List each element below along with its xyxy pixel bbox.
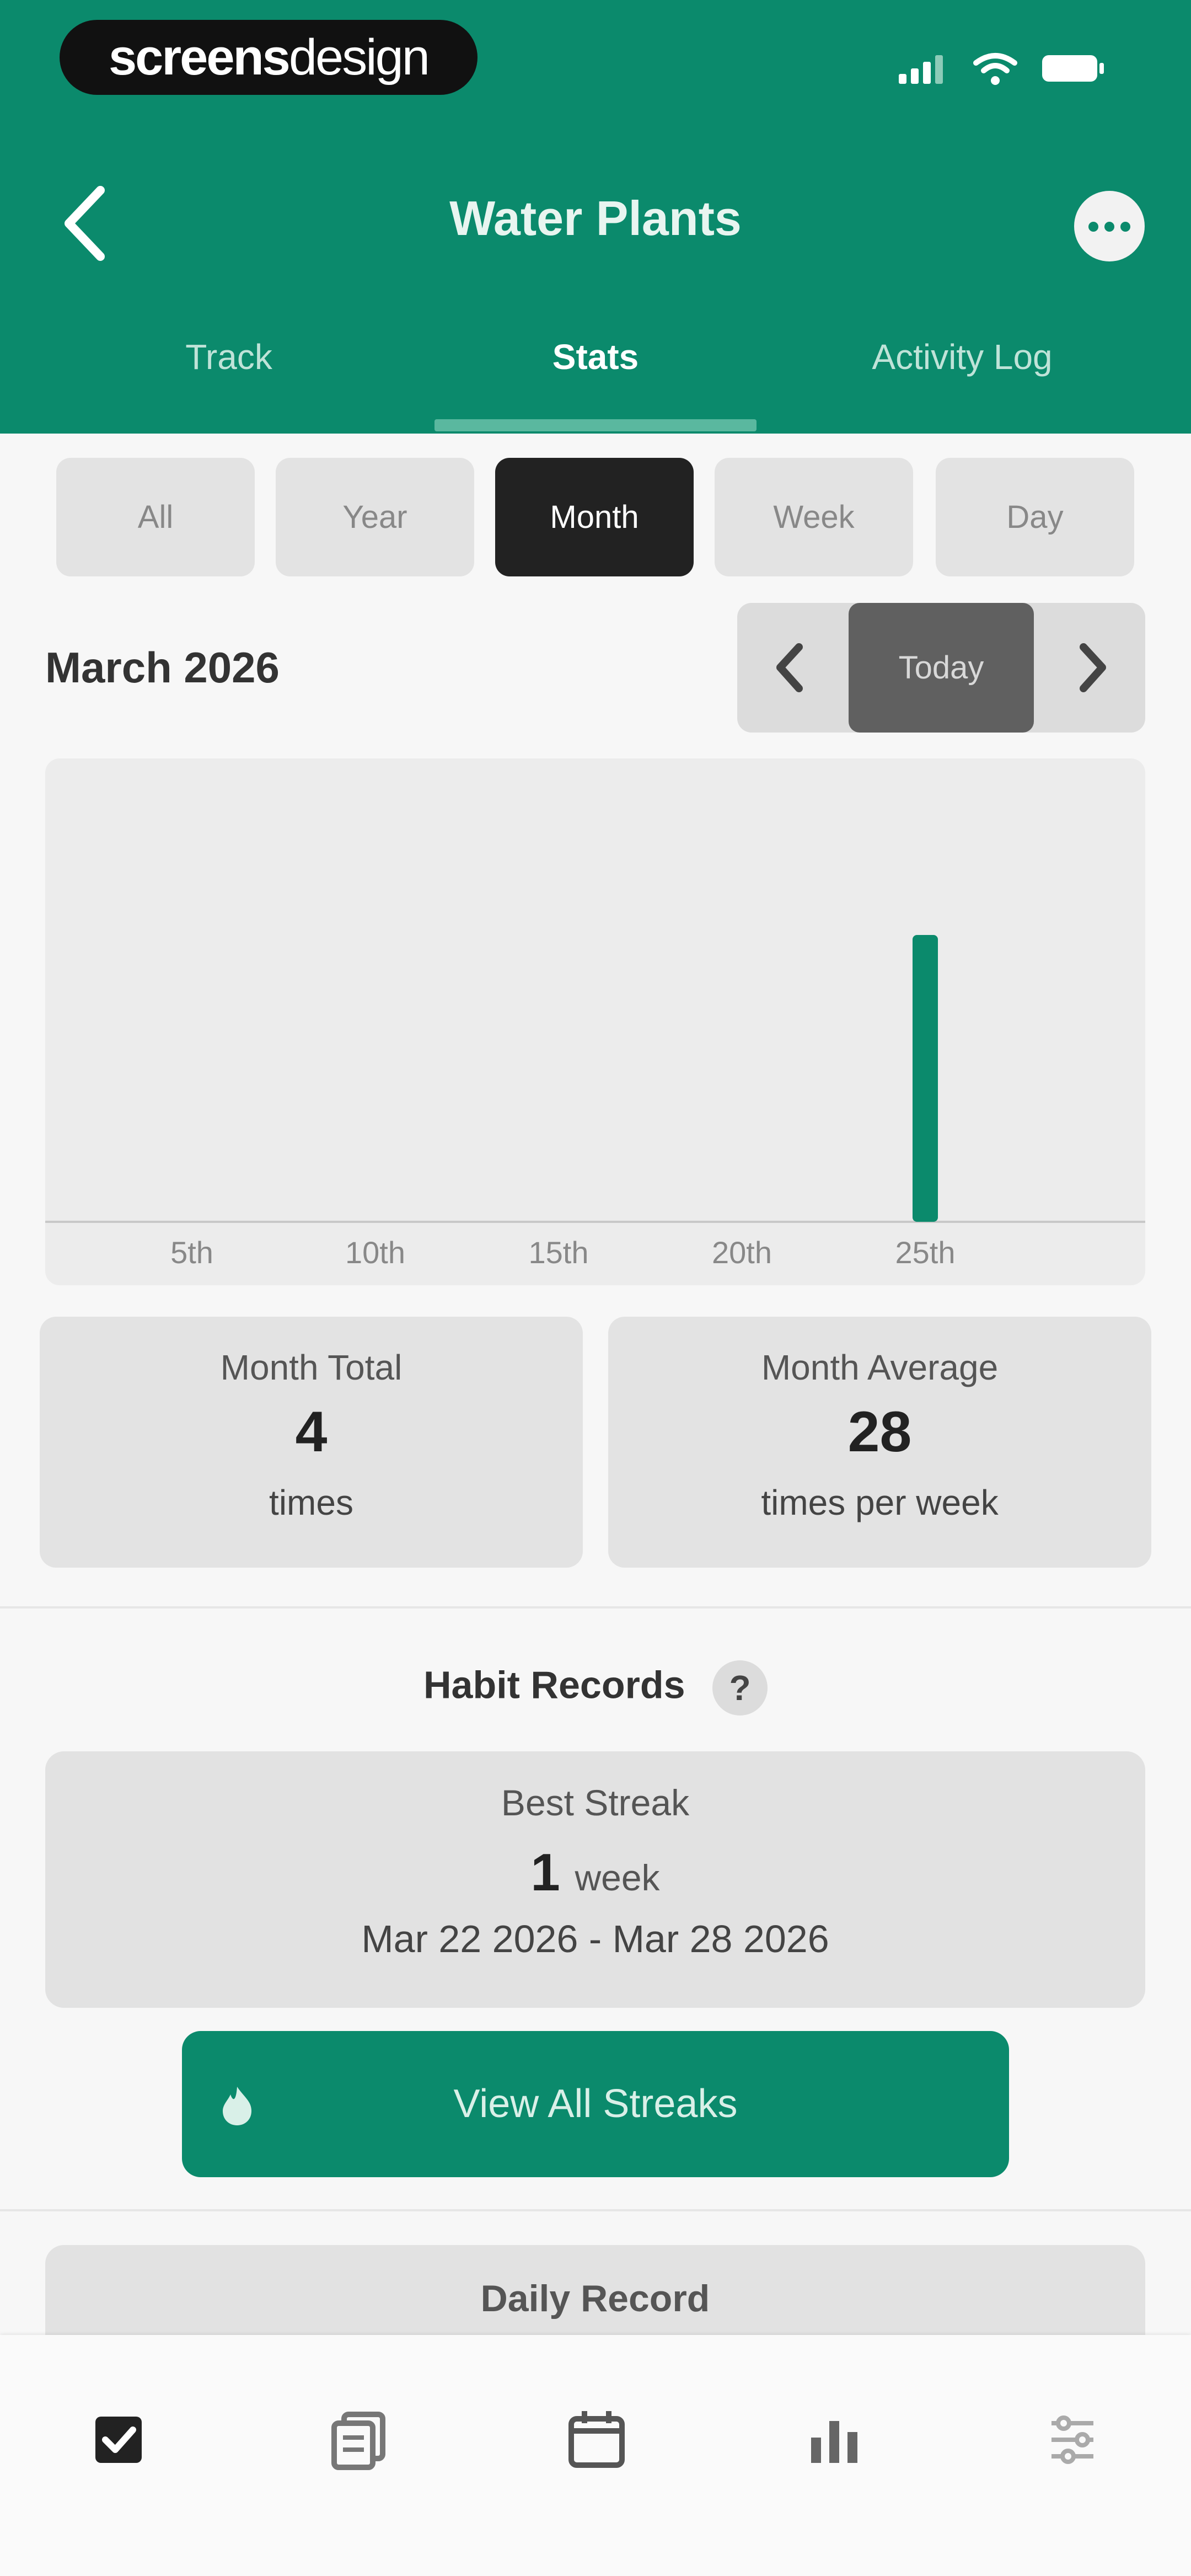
best-streak-range: Mar 22 2026 - Mar 28 2026 xyxy=(361,1917,829,1960)
stats-icon[interactable] xyxy=(801,2407,867,2473)
view-all-streaks-button[interactable]: View All Streaks xyxy=(182,2031,1009,2177)
view-all-streaks-label: View All Streaks xyxy=(453,2082,738,2126)
month-average-card: Month Average 28 times per week xyxy=(608,1317,1151,1568)
next-period-icon[interactable] xyxy=(1035,603,1145,733)
range-day[interactable]: Day xyxy=(936,458,1134,576)
signal-icon xyxy=(899,55,943,84)
calendar-icon[interactable] xyxy=(564,2407,630,2473)
x-tick-label: 20th xyxy=(712,1235,772,1270)
section-divider xyxy=(0,2209,1191,2211)
month-average-unit: times per week xyxy=(761,1483,999,1522)
checkbox-icon[interactable] xyxy=(85,2407,152,2473)
month-chart: 5th 10th 15th 20th 25th xyxy=(45,758,1145,1285)
watermark-logo: screensdesign xyxy=(60,20,478,95)
month-total-label: Month Total xyxy=(220,1348,403,1387)
x-tick-label: 25th xyxy=(895,1235,956,1270)
page-title: Water Plants xyxy=(449,191,742,245)
best-streak-label: Best Streak xyxy=(501,1782,690,1823)
month-total-unit: times xyxy=(269,1483,353,1522)
x-tick-label: 5th xyxy=(170,1235,213,1270)
bottom-navigation xyxy=(0,2335,1191,2576)
x-tick-label: 15th xyxy=(529,1235,589,1270)
month-total-value: 4 xyxy=(295,1400,328,1464)
tab-stats[interactable]: Stats xyxy=(397,336,794,377)
active-tab-indicator xyxy=(434,419,757,431)
best-streak-value: 1 xyxy=(530,1843,560,1902)
more-options-icon[interactable] xyxy=(1074,191,1145,261)
habit-records-title: Habit Records xyxy=(423,1663,685,1707)
notes-icon[interactable] xyxy=(325,2407,391,2473)
period-label: March 2026 xyxy=(45,643,280,692)
app-header: screensdesign Water Plants Track Stats A… xyxy=(0,0,1191,434)
month-average-value: 28 xyxy=(847,1400,912,1464)
range-year[interactable]: Year xyxy=(276,458,474,576)
wifi-icon xyxy=(973,53,1017,85)
status-icons xyxy=(899,53,1104,85)
battery-icon xyxy=(1042,55,1104,82)
range-all[interactable]: All xyxy=(56,458,255,576)
fire-icon xyxy=(223,2087,251,2125)
best-streak-value-row: 1 week xyxy=(45,1842,1145,1903)
month-total-card: Month Total 4 times xyxy=(40,1317,583,1568)
habit-records-heading: Habit Records ? xyxy=(0,1660,1191,1715)
previous-period-icon[interactable] xyxy=(737,603,847,733)
tab-track[interactable]: Track xyxy=(30,336,427,377)
chart-bar xyxy=(913,935,938,1222)
period-navigator: Today xyxy=(737,603,1145,733)
best-streak-unit: week xyxy=(575,1857,660,1898)
help-icon[interactable]: ? xyxy=(712,1660,768,1715)
month-average-label: Month Average xyxy=(761,1348,999,1387)
settings-icon[interactable] xyxy=(1039,2407,1106,2473)
bar-chart: 5th 10th 15th 20th 25th xyxy=(45,935,1145,1270)
tab-activity-log[interactable]: Activity Log xyxy=(764,336,1161,377)
range-month[interactable]: Month xyxy=(495,458,694,576)
section-divider xyxy=(0,1606,1191,1608)
x-tick-label: 10th xyxy=(345,1235,405,1270)
best-streak-card: Best Streak 1 week Mar 22 2026 - Mar 28 … xyxy=(45,1751,1145,2008)
daily-record-label: Daily Record xyxy=(480,2278,710,2320)
today-button[interactable]: Today xyxy=(849,603,1034,733)
range-week[interactable]: Week xyxy=(715,458,913,576)
